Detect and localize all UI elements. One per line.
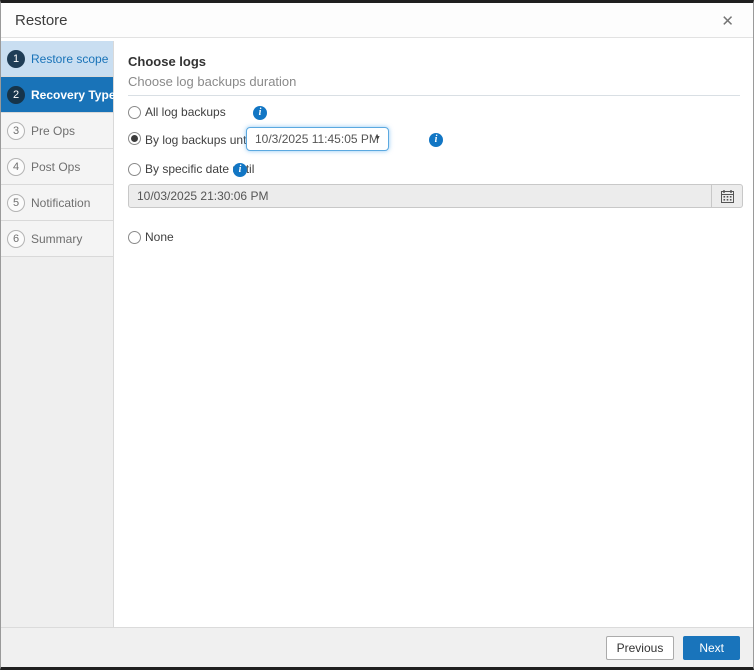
all-log-backups-radio[interactable]: [128, 106, 141, 119]
section-heading: Choose log backups duration: [128, 74, 740, 96]
info-icon[interactable]: i: [253, 106, 267, 120]
close-icon[interactable]: ✕: [715, 3, 740, 38]
step-number-badge: 1: [7, 50, 25, 68]
option-row-by-specific-date: By specific date until i: [114, 162, 753, 178]
log-backup-time-value: 10/3/2025 11:45:05 PM: [255, 132, 379, 146]
all-log-backups-label: All log backups: [145, 105, 226, 120]
next-button[interactable]: Next: [683, 636, 740, 660]
option-row-all-log-backups: All log backups i: [114, 105, 753, 121]
specific-date-input-group: [114, 184, 753, 208]
step-label: Restore scope: [31, 52, 108, 66]
sidebar-item-recovery-type[interactable]: 2 Recovery Type: [1, 77, 113, 113]
recovery-type-panel: Choose logs Choose log backups duration …: [114, 41, 753, 627]
by-log-backups-label: By log backups until: [145, 133, 252, 148]
dialog-titlebar: Restore ✕: [1, 3, 753, 38]
by-log-backups-radio[interactable]: [128, 132, 141, 145]
sidebar-item-summary[interactable]: 6 Summary: [1, 221, 113, 257]
step-label: Recovery Type: [31, 88, 116, 102]
previous-button[interactable]: Previous: [606, 636, 675, 660]
info-icon[interactable]: i: [429, 133, 443, 147]
calendar-icon: [721, 190, 734, 203]
calendar-picker-button[interactable]: [711, 184, 743, 208]
dialog-footer: Previous Next: [1, 627, 753, 667]
specific-date-input: [128, 184, 712, 208]
sidebar-item-notification[interactable]: 5 Notification: [1, 185, 113, 221]
step-number-badge: 5: [7, 194, 25, 212]
step-label: Post Ops: [31, 160, 80, 174]
sidebar-item-restore-scope[interactable]: 1 Restore scope: [1, 41, 113, 77]
none-label: None: [145, 230, 174, 245]
sidebar-item-pre-ops[interactable]: 3 Pre Ops: [1, 113, 113, 149]
chevron-down-icon: ▼: [374, 128, 381, 150]
dialog-title: Restore: [15, 12, 68, 29]
option-row-by-log-backups: By log backups until 10/3/2025 11:45:05 …: [114, 127, 753, 153]
step-label: Summary: [31, 232, 82, 246]
step-number-badge: 2: [7, 86, 25, 104]
by-specific-date-radio[interactable]: [128, 163, 141, 176]
wizard-steps-sidebar: 1 Restore scope 2 Recovery Type 3 Pre Op…: [1, 41, 114, 627]
option-row-none: None: [114, 230, 753, 246]
none-radio[interactable]: [128, 231, 141, 244]
restore-dialog: Restore ✕ 1 Restore scope 2 Recovery Typ…: [0, 0, 754, 670]
sidebar-item-post-ops[interactable]: 4 Post Ops: [1, 149, 113, 185]
info-icon[interactable]: i: [233, 163, 247, 177]
page-title: Choose logs: [128, 54, 206, 69]
step-number-badge: 4: [7, 158, 25, 176]
log-backup-time-dropdown[interactable]: 10/3/2025 11:45:05 PM ▼: [246, 127, 389, 151]
step-number-badge: 3: [7, 122, 25, 140]
step-number-badge: 6: [7, 230, 25, 248]
step-label: Pre Ops: [31, 124, 75, 138]
step-label: Notification: [31, 196, 90, 210]
